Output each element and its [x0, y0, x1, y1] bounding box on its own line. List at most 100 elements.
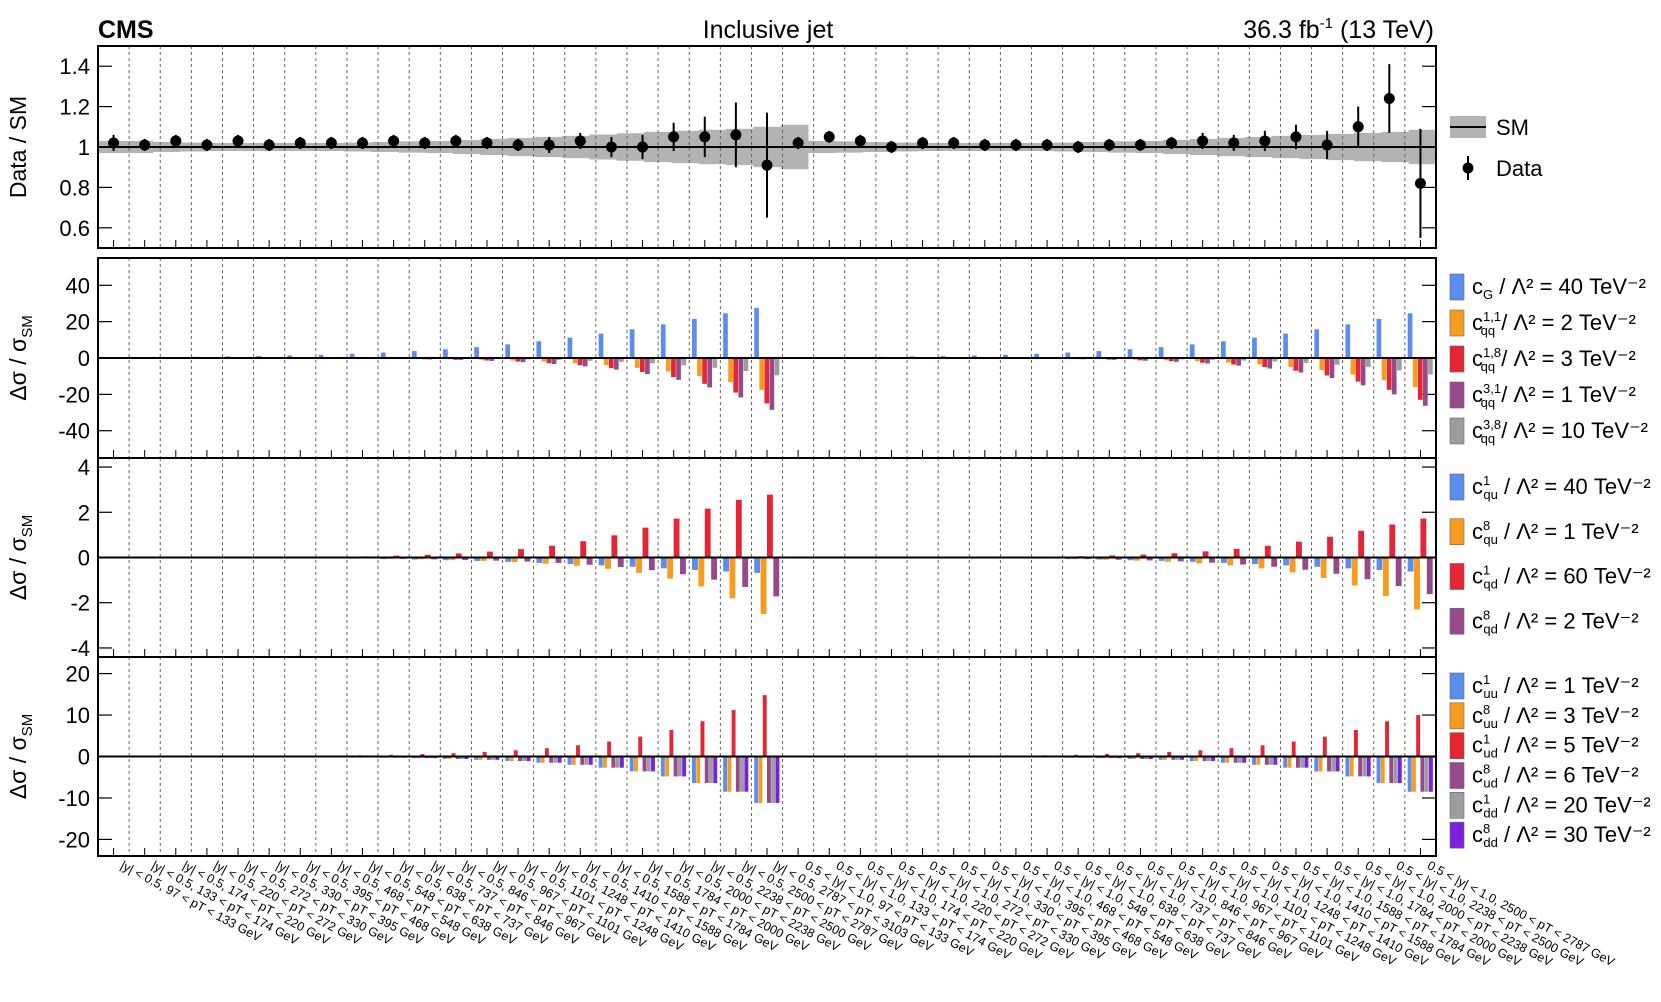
- y-tick-label: 10: [66, 703, 90, 728]
- bar: [1411, 756, 1416, 792]
- energy-value: (13 TeV): [1333, 16, 1434, 44]
- y-tick-label: -4: [70, 636, 90, 661]
- bar: [1283, 756, 1288, 768]
- legend-superscript: 8: [1483, 762, 1490, 777]
- legend-swatch: [1449, 345, 1465, 373]
- bar: [588, 756, 593, 765]
- legend-label: c1,8 qq / Λ² = 3 TeV⁻²: [1472, 345, 1636, 374]
- bar: [634, 358, 640, 368]
- data-point: [1321, 139, 1333, 151]
- bar: [764, 358, 770, 404]
- lumi-value: 36.3 fb: [1243, 16, 1319, 44]
- data-point: [512, 139, 524, 151]
- bar: [1358, 530, 1365, 558]
- bar: [754, 557, 761, 573]
- bar: [743, 358, 749, 372]
- bar: [617, 557, 624, 567]
- bar: [544, 748, 549, 757]
- legend-subscript: qq: [1481, 323, 1495, 338]
- bar: [1414, 557, 1420, 610]
- bar: [723, 756, 728, 792]
- y-tick-label: 1.4: [59, 54, 90, 79]
- data-point: [1010, 139, 1022, 151]
- data-point: [325, 137, 337, 149]
- bar: [1293, 358, 1299, 371]
- legend-rest: / Λ² = 40 TeV⁻²: [1498, 474, 1651, 499]
- bar: [571, 756, 576, 765]
- bar: [762, 695, 767, 757]
- bar: [709, 756, 713, 784]
- bar: [1358, 756, 1363, 777]
- bar: [598, 557, 605, 566]
- legend-label: c8 qu / Λ² = 1 TeV⁻²: [1472, 518, 1639, 547]
- bar: [1345, 557, 1352, 569]
- bar: [1385, 721, 1389, 757]
- ratio-y-axis-label: Data / SM: [5, 96, 31, 198]
- bar: [603, 358, 609, 366]
- bar: [733, 358, 739, 393]
- bar: [1334, 358, 1340, 365]
- legend-superscript: 1: [1483, 563, 1490, 578]
- bar: [1407, 756, 1412, 792]
- bar: [648, 557, 655, 571]
- legend-label: Data: [1496, 156, 1543, 181]
- bar: [1397, 756, 1402, 784]
- data-point: [388, 135, 400, 147]
- bar: [1407, 557, 1414, 572]
- legend-subscript: qd: [1483, 621, 1497, 636]
- legend-rest: / Λ² = 1 TeV⁻²: [1498, 673, 1639, 698]
- legend-symbol: c: [1472, 763, 1483, 788]
- data-point: [917, 137, 929, 149]
- bar: [1327, 756, 1332, 772]
- legend-subscript: dd: [1483, 805, 1497, 820]
- bar: [759, 358, 765, 390]
- legend-label: c1 dd / Λ² = 20 TeV⁻²: [1472, 791, 1651, 820]
- data-point: [761, 159, 773, 171]
- legend-rest: / Λ² = 3 TeV⁻²: [1495, 346, 1636, 371]
- legend-rest: / Λ² = 6 TeV⁻²: [1498, 763, 1639, 788]
- bar: [1327, 536, 1333, 558]
- y-tick-label: 4: [78, 455, 90, 480]
- legend-rest: / Λ² = 3 TeV⁻²: [1498, 703, 1639, 728]
- legend-subscript: qu: [1483, 487, 1497, 502]
- data-point: [139, 139, 151, 151]
- legend-label: SM: [1496, 115, 1529, 140]
- bar: [1382, 557, 1389, 596]
- bar: [1240, 557, 1246, 565]
- data-point: [356, 137, 368, 149]
- bar: [549, 545, 556, 558]
- y-tick-label: 0.6: [59, 216, 90, 241]
- bar: [1304, 756, 1309, 768]
- bar: [775, 756, 780, 803]
- bar: [660, 756, 665, 777]
- data-point: [979, 139, 991, 151]
- bar: [1386, 358, 1392, 390]
- bar: [767, 756, 771, 803]
- bar: [1393, 756, 1398, 784]
- bar: [1351, 557, 1358, 586]
- legend-label: cG / Λ² = 40 TeV⁻²: [1472, 274, 1646, 302]
- legend-symbol: c: [1472, 703, 1483, 728]
- data-point: [1166, 137, 1178, 149]
- bar: [1420, 518, 1427, 558]
- bar: [1407, 313, 1413, 358]
- y-tick-label: 2: [78, 500, 90, 525]
- legend-superscript: 1: [1483, 473, 1490, 488]
- legend-label: c1 qu / Λ² = 40 TeV⁻²: [1472, 473, 1651, 502]
- bar: [660, 557, 667, 569]
- legend-swatch: [1449, 273, 1465, 301]
- bar: [1396, 358, 1402, 371]
- legend-symbol: c: [1472, 564, 1483, 589]
- legend-symbol: c: [1472, 274, 1483, 299]
- bar: [1345, 756, 1350, 777]
- bar: [1335, 756, 1340, 772]
- bar: [567, 756, 572, 765]
- legend-swatch: [1449, 702, 1465, 730]
- bar: [742, 557, 749, 587]
- legend-subscript: qq: [1481, 359, 1495, 374]
- bar: [1252, 756, 1257, 765]
- y-label-main: Δσ / σ: [5, 736, 31, 799]
- y-label-main: Δσ / σ: [5, 537, 31, 600]
- cms-figure: CMS Inclusive jet 36.3 fb-1 (13 TeV) 0.6…: [5, 15, 1651, 969]
- legend-swatch: [1449, 762, 1465, 789]
